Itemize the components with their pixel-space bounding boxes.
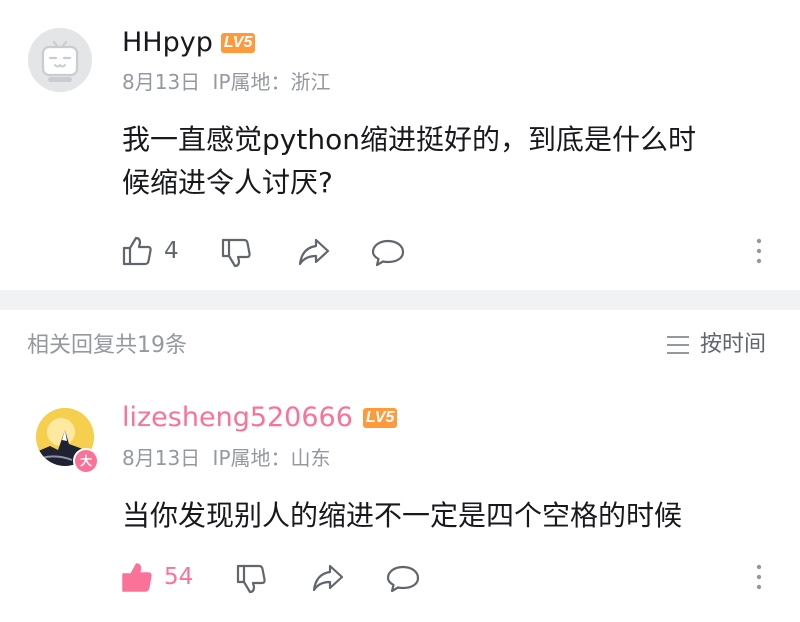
comment-date: 8月13日 [122, 70, 201, 94]
comment-text-line: 我一直感觉python缩进挺好的，到底是什么时 [122, 123, 696, 156]
replies-header: 相关回复共19条 按时间 [0, 310, 800, 380]
share-button[interactable] [310, 562, 346, 594]
tv-mascot-icon [41, 40, 79, 82]
comment-meta: 8月13日 IP属地：浙江 [122, 72, 331, 92]
vertical-dots-icon [756, 238, 762, 264]
reply-item: 大 lizesheng520666 LV5 8月13日 IP属地：山东 当你发现… [0, 380, 800, 622]
thumb-down-icon [221, 238, 251, 268]
sort-button[interactable]: 按时间 [666, 334, 766, 356]
reply-button[interactable] [370, 237, 406, 269]
username[interactable]: lizesheng520666 [122, 404, 353, 431]
vip-badge: 大 [73, 448, 99, 474]
sort-label: 按时间 [700, 332, 767, 357]
comment-text-line: 候缩进令人讨厌? [122, 166, 333, 199]
reply-date: 8月13日 [122, 446, 201, 470]
like-button[interactable]: 54 [120, 560, 193, 594]
thumb-up-filled-icon [122, 563, 152, 592]
username-row: HHpyp LV5 [122, 29, 256, 56]
username-row: lizesheng520666 LV5 [122, 404, 398, 431]
dislike-button[interactable] [234, 562, 268, 596]
more-options-button[interactable] [752, 236, 766, 266]
chat-bubble-icon [386, 565, 420, 593]
comment-item: HHpyp LV5 8月13日 IP属地：浙江 我一直感觉python缩进挺好的… [0, 0, 800, 290]
section-divider [0, 290, 800, 310]
reply-button[interactable] [385, 563, 421, 595]
dislike-button[interactable] [219, 236, 253, 270]
comment-text: 我一直感觉python缩进挺好的，到底是什么时 候缩进令人讨厌? [122, 118, 782, 204]
avatar[interactable] [28, 28, 92, 92]
more-options-button[interactable] [752, 562, 766, 592]
thumb-up-icon [122, 236, 152, 266]
avatar[interactable]: 大 [36, 408, 99, 474]
share-button[interactable] [296, 236, 332, 268]
reply-count-label: 相关回复共19条 [27, 333, 187, 358]
username[interactable]: HHpyp [122, 29, 213, 56]
reply-text: 当你发现别人的缩进不一定是四个空格的时候 [122, 499, 683, 532]
like-count: 4 [164, 237, 179, 264]
ip-location: IP属地：浙江 [212, 70, 331, 94]
chat-bubble-icon [371, 239, 405, 267]
like-button[interactable]: 4 [120, 234, 179, 268]
menu-lines-icon [667, 336, 689, 354]
reply-meta: 8月13日 IP属地：山东 [122, 448, 331, 468]
vertical-dots-icon [756, 564, 762, 590]
thumb-down-icon [236, 564, 266, 594]
like-count: 54 [164, 563, 194, 590]
share-arrow-icon [312, 564, 344, 592]
share-arrow-icon [298, 238, 330, 266]
level-badge: LV5 [362, 407, 398, 428]
level-badge: LV5 [220, 32, 256, 53]
ip-location: IP属地：山东 [212, 446, 331, 470]
